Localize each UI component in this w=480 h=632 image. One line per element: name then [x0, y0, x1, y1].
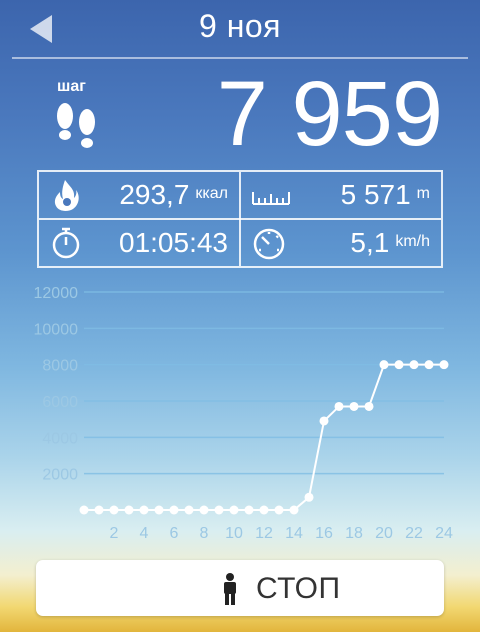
x-tick-label: 14: [285, 525, 303, 542]
speed-unit: km/h: [395, 233, 430, 250]
duration-cell: 01:05:43: [39, 220, 240, 267]
x-tick-label: 18: [345, 525, 363, 542]
footsteps-icon: [54, 100, 100, 158]
flame-icon: [49, 178, 85, 212]
header-divider: [12, 57, 468, 59]
stopwatch-icon: [49, 226, 85, 260]
data-point: [274, 505, 284, 515]
x-tick-label: 10: [225, 525, 243, 542]
y-tick-label: 10000: [34, 321, 79, 338]
stats-panel: 293,7 ккал 5 571 m 01:05:43 5,1 km/h: [37, 170, 443, 268]
y-tick-label: 4000: [42, 430, 78, 447]
data-point: [439, 360, 449, 370]
distance-cell: 5 571 m: [241, 172, 442, 219]
header: 9 ноя: [0, 0, 480, 59]
ruler-icon: [251, 178, 290, 212]
stop-button[interactable]: СТОП: [36, 560, 444, 616]
x-tick-label: 22: [405, 525, 423, 542]
step-count: 7 959: [216, 63, 443, 165]
data-point: [109, 505, 119, 515]
data-point: [79, 505, 89, 515]
data-point: [169, 505, 179, 515]
y-tick-label: 12000: [34, 285, 79, 302]
x-tick-label: 8: [200, 525, 209, 542]
x-tick-label: 2: [110, 525, 119, 542]
x-tick-label: 24: [435, 525, 453, 542]
data-point: [424, 360, 434, 370]
y-tick-label: 8000: [42, 358, 78, 375]
steps-chart-svg: #e8f3f6" stop-opacity="0.9"/>20004000600…: [34, 285, 454, 542]
data-point: [244, 505, 254, 515]
x-tick-label: 4: [140, 525, 149, 542]
data-point: [364, 401, 374, 411]
data-point: [289, 505, 299, 515]
data-point: [259, 505, 269, 515]
distance-value: 5 571: [340, 179, 411, 210]
date-title: 9 ноя: [199, 8, 281, 44]
data-point: [409, 360, 419, 370]
speed-value: 5,1: [350, 227, 390, 258]
calories-unit: ккал: [195, 185, 228, 202]
data-point: [184, 505, 194, 515]
data-point: [139, 505, 149, 515]
speedometer-icon: [251, 226, 287, 260]
data-point: [94, 505, 104, 515]
data-point: [154, 505, 164, 515]
data-point: [319, 416, 329, 426]
data-point: [199, 505, 209, 515]
steps-label: шаг: [57, 78, 86, 95]
data-point: [379, 360, 389, 370]
calories-cell: 293,7 ккал: [39, 172, 240, 219]
data-point: [394, 360, 404, 370]
x-tick-label: 12: [255, 525, 273, 542]
y-tick-label: 2000: [42, 467, 78, 484]
person-icon: [221, 573, 239, 605]
data-point: [214, 505, 224, 515]
distance-unit: m: [416, 185, 430, 202]
duration-value: 01:05:43: [119, 227, 228, 258]
data-point: [124, 505, 134, 515]
x-tick-label: 20: [375, 525, 393, 542]
steps-chart: #e8f3f6" stop-opacity="0.9"/>20004000600…: [0, 283, 480, 543]
stop-label: СТОП: [256, 572, 341, 605]
data-point: [334, 401, 344, 411]
speed-cell: 5,1 km/h: [241, 220, 442, 267]
y-tick-label: 6000: [42, 394, 78, 411]
x-tick-label: 16: [315, 525, 333, 542]
data-point: [304, 492, 314, 502]
x-tick-label: 6: [170, 525, 179, 542]
data-point: [349, 401, 359, 411]
data-point: [229, 505, 239, 515]
calories-value: 293,7: [119, 179, 190, 210]
